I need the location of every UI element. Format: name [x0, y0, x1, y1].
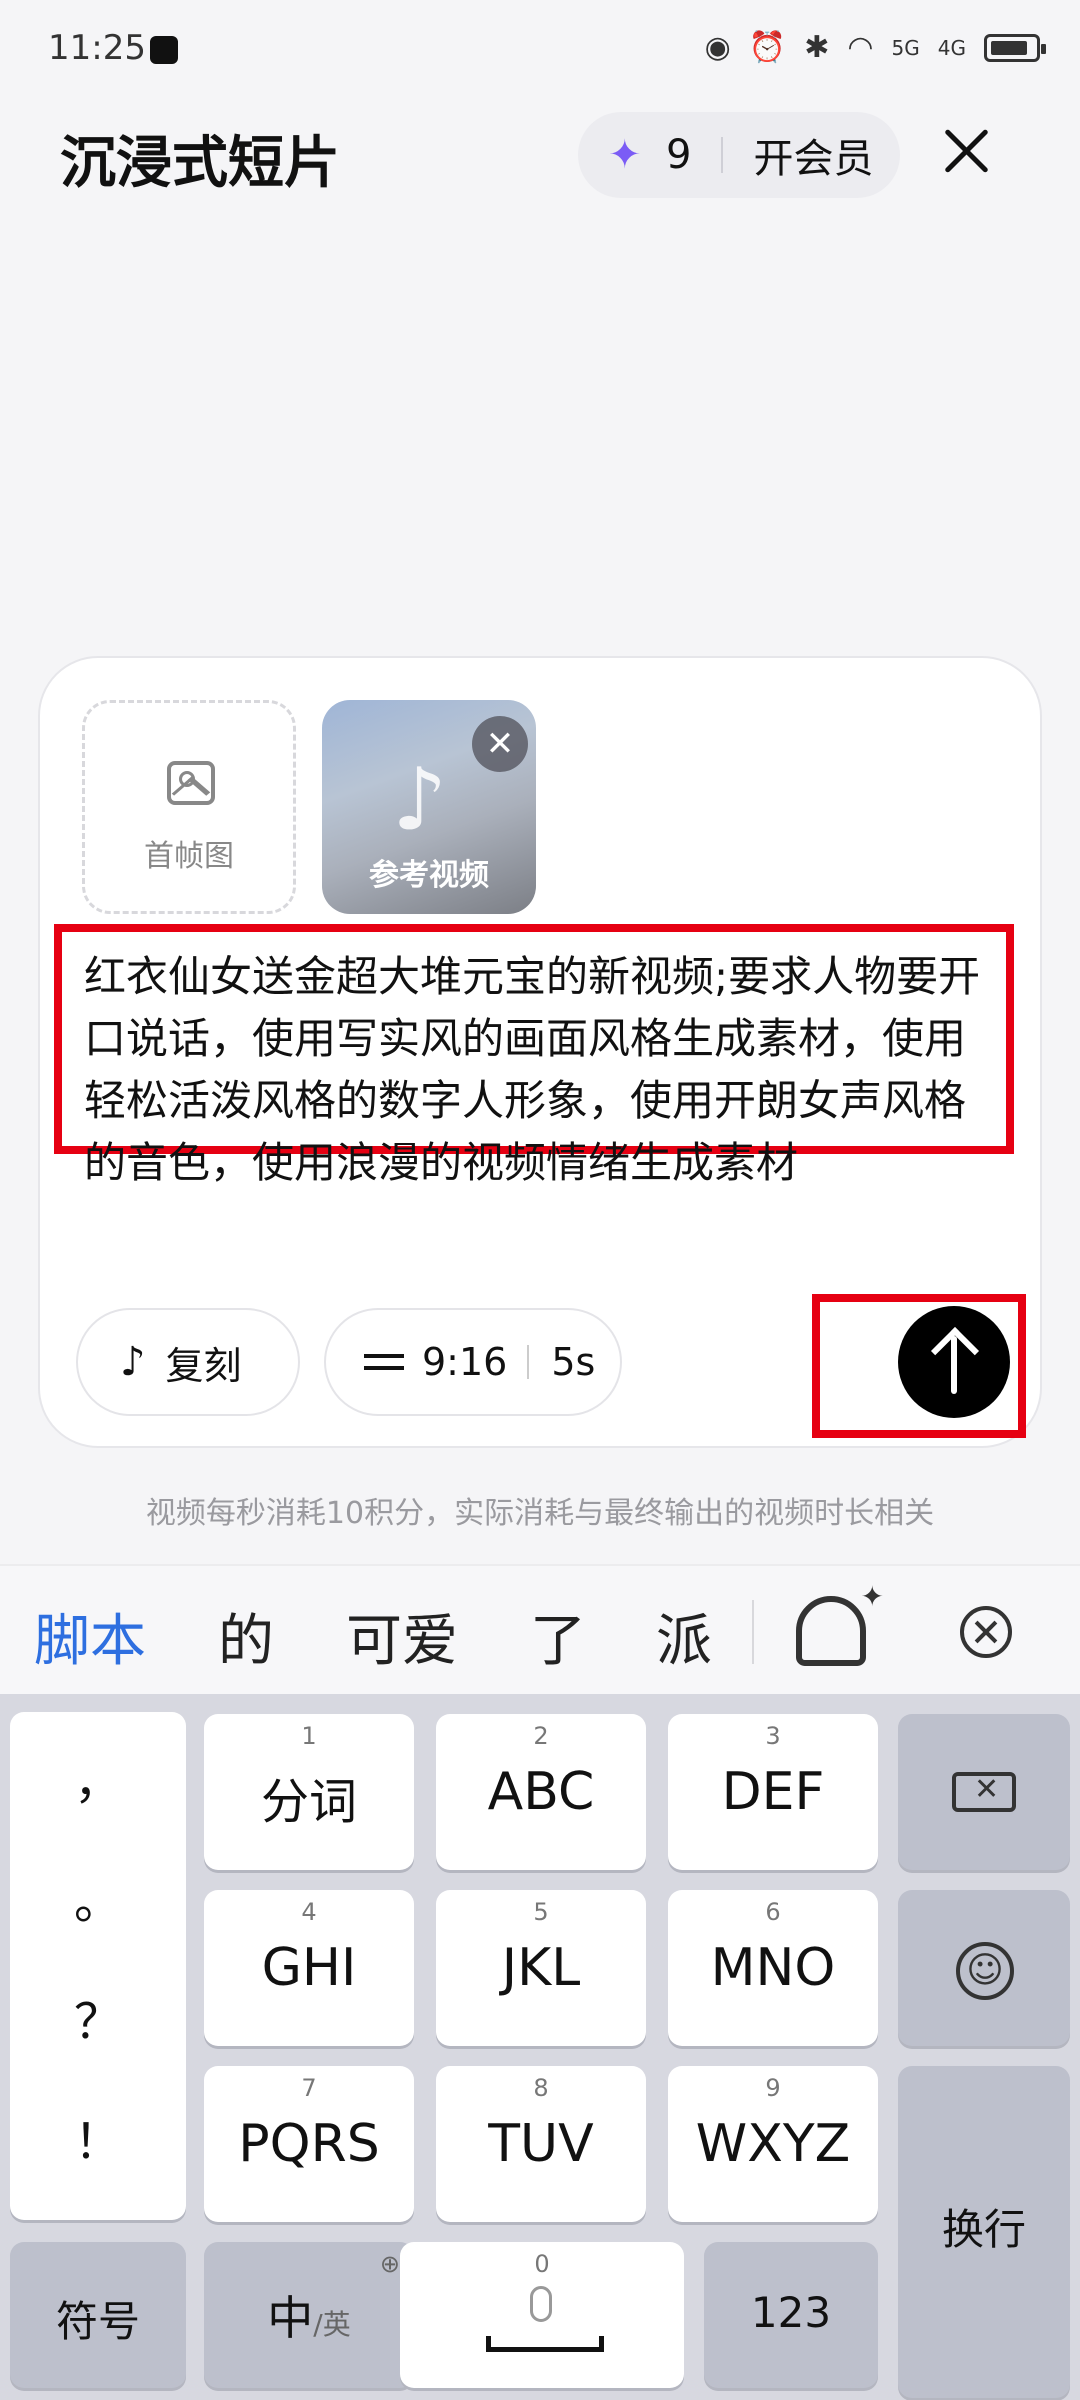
open-vip-button[interactable]: 开会员	[753, 126, 873, 184]
chip-divider	[527, 1345, 530, 1379]
prompt-textarea[interactable]: 红衣仙女送金超大堆元宝的新视频;要求人物要开口说话，使用写实风的画面风格生成素材…	[54, 924, 1014, 1187]
symbols-key[interactable]: 符号	[10, 2242, 186, 2388]
numbers-key[interactable]: 123	[704, 2242, 878, 2388]
key-1[interactable]: 1 分词	[204, 1714, 414, 1870]
key-5[interactable]: 5 JKL	[436, 1890, 646, 2046]
ai-assistant-icon[interactable]	[796, 1580, 884, 1666]
battery-icon	[984, 33, 1046, 62]
first-frame-upload-button[interactable]: 首帧图	[82, 700, 296, 914]
status-icons: ◉ ⏰ ✱ ◠ 5G 4G	[704, 30, 1046, 65]
punct-key[interactable]: ！	[10, 2102, 186, 2172]
language-switch-key[interactable]: ⊕ 中/英	[204, 2242, 414, 2388]
punct-key[interactable]: ？	[10, 1982, 186, 2052]
close-icon[interactable]	[936, 120, 996, 180]
send-button[interactable]	[898, 1306, 1010, 1418]
suggestion-item[interactable]: 可爱	[346, 1596, 458, 1677]
copy-remix-button[interactable]: ♪ 复刻	[76, 1308, 300, 1416]
key-8[interactable]: 8 TUV	[436, 2066, 646, 2222]
space-bar-icon	[486, 2336, 604, 2352]
alarm-icon: ⏰	[748, 30, 787, 65]
dismiss-suggestions-icon[interactable]	[960, 1606, 1012, 1658]
image-icon	[167, 761, 215, 805]
key-3[interactable]: 3 DEF	[668, 1714, 878, 1870]
globe-icon: ⊕	[379, 2250, 400, 2278]
tiktok-icon: ♪	[392, 750, 447, 850]
backspace-key[interactable]	[898, 1714, 1070, 1870]
status-time: 11:25	[48, 28, 146, 68]
suggestion-item[interactable]: 了	[530, 1596, 586, 1677]
suggestion-item[interactable]: 的	[218, 1596, 274, 1677]
enter-key[interactable]: 换行	[898, 2066, 1070, 2398]
suggestion-divider	[752, 1600, 754, 1664]
key-4[interactable]: 4 GHI	[204, 1890, 414, 2046]
key-6[interactable]: 6 MNO	[668, 1890, 878, 2046]
reference-video-label: 参考视频	[369, 858, 489, 893]
keyboard: ， 。 ？ ！ 1 分词 2 ABC 3 DEF 4 GHI 5 JKL 6 M…	[0, 1694, 1080, 2400]
emoji-key[interactable]: ☺	[898, 1890, 1070, 2046]
aspect-ratio-label: 9:16	[422, 1340, 508, 1384]
remove-reference-icon[interactable]: ✕	[472, 716, 528, 772]
app-notification-icon	[150, 36, 178, 64]
sliders-icon	[364, 1348, 404, 1376]
eye-icon: ◉	[704, 30, 731, 65]
suggestion-item[interactable]: 脚本	[34, 1596, 146, 1677]
arrow-up-icon	[931, 1330, 977, 1394]
key-2[interactable]: 2 ABC	[436, 1714, 646, 1870]
signal-5g-icon: 5G	[891, 35, 920, 60]
credit-count: 9	[666, 132, 692, 178]
key-7[interactable]: 7 PQRS	[204, 2066, 414, 2222]
key-9[interactable]: 9 WXYZ	[668, 2066, 878, 2222]
composer-card: 首帧图 ♪ 参考视频 ✕ 红衣仙女送金超大堆元宝的新视频;要求人物要开口说话，使…	[38, 656, 1042, 1448]
sparkle-star-icon: ✦	[608, 132, 642, 178]
video-settings-button[interactable]: 9:16 5s	[324, 1308, 622, 1416]
punct-key[interactable]: 。	[10, 1862, 186, 1932]
credit-hint-text: 视频每秒消耗10积分，实际消耗与最终输出的视频时长相关	[145, 1496, 935, 1531]
status-bar: 11:25 ◉ ⏰ ✱ ◠ 5G 4G	[0, 0, 1080, 100]
header: 沉浸式短片 ✦ 9 开会员	[0, 100, 1080, 210]
punct-key[interactable]: ，	[10, 1742, 186, 1812]
pill-divider	[721, 137, 724, 173]
suggestion-item[interactable]: 派	[656, 1596, 712, 1677]
first-frame-label: 首帧图	[144, 839, 234, 874]
ime-suggestion-bar: 脚本 的 可爱 了 派	[0, 1564, 1080, 1694]
space-key[interactable]: 0	[400, 2242, 684, 2388]
punctuation-column[interactable]: ， 。 ？ ！	[10, 1712, 186, 2220]
emoji-icon: ☺	[956, 1942, 1014, 2000]
tiktok-icon: ♪	[120, 1339, 146, 1385]
bluetooth-icon: ✱	[804, 30, 830, 65]
page-title: 沉浸式短片	[60, 131, 340, 196]
credits-vip-pill[interactable]: ✦ 9 开会员	[578, 112, 900, 198]
wifi-icon: ◠	[847, 30, 874, 65]
signal-4g-icon: 4G	[937, 35, 966, 60]
microphone-icon	[530, 2286, 552, 2322]
duration-label: 5s	[551, 1340, 596, 1384]
backspace-icon	[952, 1772, 1016, 1812]
copy-remix-label: 复刻	[165, 1343, 242, 1388]
